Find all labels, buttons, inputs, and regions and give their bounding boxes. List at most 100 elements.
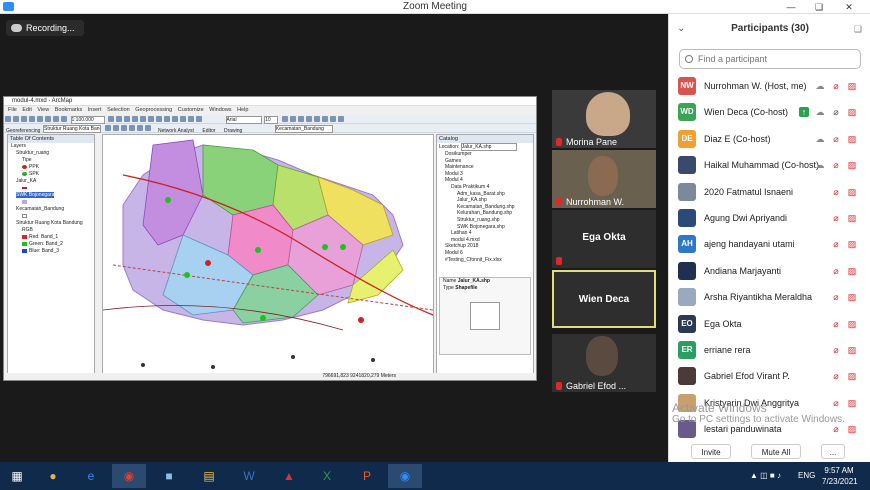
clock-date: 7/23/2021 <box>822 477 858 486</box>
participant-name: erriane rera <box>704 344 751 355</box>
catalog-item[interactable]: Kelurahan_Bandung.shp <box>437 210 533 217</box>
participant-row[interactable]: Arsha Riyantikha Meraldha ▨ ⌀ <box>669 284 870 310</box>
search-input[interactable]: Find a participant <box>679 49 861 69</box>
start-icon[interactable]: ▦ <box>0 464 34 488</box>
restore-icon[interactable]: ❏ <box>808 0 830 14</box>
panel-title: Participants (30) <box>731 23 809 34</box>
catalog-item[interactable]: SWK Bojonegara.shp <box>437 224 533 231</box>
edge-icon[interactable]: e <box>74 464 108 488</box>
layer-dropdown[interactable]: Kecamatan_Bandung <box>274 125 333 133</box>
georef-layer-box[interactable]: Struktur Ruang Kota Bandung.jpg <box>42 125 101 133</box>
firefox-icon[interactable]: ● <box>36 464 70 488</box>
muted-mic-icon: ⌀ <box>833 344 839 355</box>
toc-row[interactable]: Kecamatan_Bandung <box>8 206 94 213</box>
recording-indicator[interactable]: Recording... <box>6 20 84 36</box>
kecamatan-symbol-icon <box>22 213 27 218</box>
catalog-item[interactable]: Adm_kasa_Barat.shp <box>437 191 533 198</box>
acrobat-icon[interactable]: ▲ <box>272 464 306 488</box>
participant-row[interactable]: DE Diaz E (Co-host) ▨ ⌀ ☁ <box>669 126 870 152</box>
spk-point <box>260 315 266 321</box>
avatar <box>678 288 696 307</box>
rail-symbol-icon <box>22 186 27 189</box>
arcmap-status-coords: 796691,823 9241820,279 Meters <box>4 373 536 380</box>
preview-name: Jalur_KA.shp <box>457 278 490 284</box>
catalog-item[interactable]: Jalur_KA.shp <box>437 197 533 204</box>
spk-point <box>165 197 171 203</box>
more-button[interactable]: ... <box>821 444 845 459</box>
video-tile-wien[interactable]: Wien Deca <box>552 270 656 328</box>
tray-icons[interactable]: ▲ ◫ ■ ♪ <box>750 462 781 490</box>
participant-name: Agung Dwi Apriyandi <box>704 212 788 223</box>
invite-button[interactable]: Invite <box>691 444 731 459</box>
watermark-text: Go to PC settings to activate Windows. <box>672 414 845 425</box>
video-tile-ega[interactable]: Ega Okta <box>552 210 656 268</box>
catalog-item[interactable]: Maintenance <box>437 164 533 171</box>
catalog-item[interactable]: Games <box>437 158 533 165</box>
catalog-item[interactable]: Data Praktikum 4 <box>437 184 533 191</box>
video-tile-nurrohman[interactable]: Nurrohman W. <box>552 150 656 208</box>
powerpoint-icon[interactable]: P <box>350 464 384 488</box>
participant-row[interactable]: NW Nurrohman W. (Host, me) ▨ ⌀ ☁ <box>669 73 870 99</box>
video-off-icon: ▨ <box>847 265 857 276</box>
catalog-location[interactable]: Jalur_KA.shp <box>460 143 517 151</box>
muted-mic-icon: ⌀ <box>833 81 839 91</box>
recording-label: Recording... <box>26 23 75 33</box>
participant-row[interactable]: 2020 Fatmatul Isnaeni ▨ ⌀ <box>669 179 870 205</box>
word-icon[interactable]: W <box>232 464 266 488</box>
toc-row: Tipe <box>22 157 32 163</box>
catalog-item[interactable]: Kecamatan_Bandung.shp <box>437 204 533 211</box>
map-view[interactable] <box>102 134 434 375</box>
minimize-icon[interactable]: — <box>780 0 802 14</box>
video-tile-morina[interactable]: Morina Pane <box>552 90 656 148</box>
participant-row[interactable]: ER erriane rera ▨ ⌀ <box>669 337 870 363</box>
participant-row[interactable]: EO Ega Okta ▨ ⌀ <box>669 311 870 337</box>
swk-symbol-icon <box>22 199 27 204</box>
participant-row[interactable]: Andiana Marjayanti ▨ ⌀ <box>669 258 870 284</box>
toc-row[interactable]: Struktur_ruang <box>8 150 94 157</box>
catalog-item[interactable]: Latihan 4 <box>437 230 533 237</box>
mute-all-button[interactable]: Mute All <box>751 444 801 459</box>
close-icon[interactable]: ✕ <box>838 0 860 14</box>
app-icon[interactable]: ■ <box>152 464 186 488</box>
clock[interactable]: 9:57 AM 7/23/2021 <box>822 465 858 487</box>
font-box[interactable]: Arial <box>225 116 262 124</box>
participant-row[interactable]: Gabriel Efod Virant P. ▨ ⌀ <box>669 363 870 389</box>
catalog-item[interactable]: Dosikumper <box>437 151 533 158</box>
mic-icon: ⌀ <box>833 107 839 118</box>
toc-row[interactable]: Jalur_KA <box>8 178 94 185</box>
avatar: WD <box>678 103 696 122</box>
chrome-icon[interactable]: ◉ <box>112 464 146 488</box>
video-off-icon: ▨ <box>847 371 857 382</box>
arcmap-title: modul-4.mxd - ArcMap <box>4 97 536 106</box>
excel-icon[interactable]: X <box>310 464 344 488</box>
font-size-box[interactable]: 10 <box>264 116 279 124</box>
blue-band-icon <box>22 248 27 253</box>
catalog-item[interactable]: #Testing_Cfonnit_Fix.xlsx <box>437 257 533 264</box>
file-explorer-icon[interactable]: ▤ <box>192 464 226 488</box>
participant-row[interactable]: WD Wien Deca (Co-host) ▨ ⌀ ☁ ↑ <box>669 99 870 125</box>
search-placeholder: Find a participant <box>698 54 768 64</box>
catalog-item[interactable]: Modul 6 <box>437 250 533 257</box>
catalog-item[interactable]: Modul 3 <box>437 171 533 178</box>
muted-mic-icon <box>556 382 562 390</box>
toc-row[interactable]: Struktur Ruang Kota Bandung <box>8 220 94 227</box>
avatar: DE <box>678 129 696 148</box>
toc-row: RGB <box>22 227 33 233</box>
catalog-item[interactable]: modul 4.mxd <box>437 237 533 244</box>
scale-box[interactable]: 1:100.000 <box>70 116 105 124</box>
video-tile-gabriel[interactable]: Gabriel Efod ... <box>552 334 656 392</box>
catalog-item[interactable]: Struktur_ruang.shp <box>437 217 533 224</box>
video-off-icon: ▨ <box>847 239 857 250</box>
participant-row[interactable]: Haikal Muhammad (Co-host) ▨ ⌀ ☁ <box>669 152 870 178</box>
avatar <box>678 367 696 386</box>
pop-out-icon[interactable]: ❏ <box>854 14 862 44</box>
participant-row[interactable]: Agung Dwi Apriyandi ▨ ⌀ <box>669 205 870 231</box>
language-indicator[interactable]: ENG <box>798 462 815 490</box>
catalog-item[interactable]: Modul 4 <box>437 177 533 184</box>
catalog-item[interactable]: Sketchup 2018 <box>437 243 533 250</box>
toc-row[interactable]: Layers <box>8 143 94 150</box>
zoom-taskbar-icon[interactable]: ◉ <box>388 464 422 488</box>
muted-mic-icon: ⌀ <box>833 133 839 144</box>
participant-row[interactable]: AH ajeng handayani utami ▨ ⌀ <box>669 231 870 257</box>
toc-row-selected[interactable]: SWK Bojonegara <box>16 192 55 198</box>
